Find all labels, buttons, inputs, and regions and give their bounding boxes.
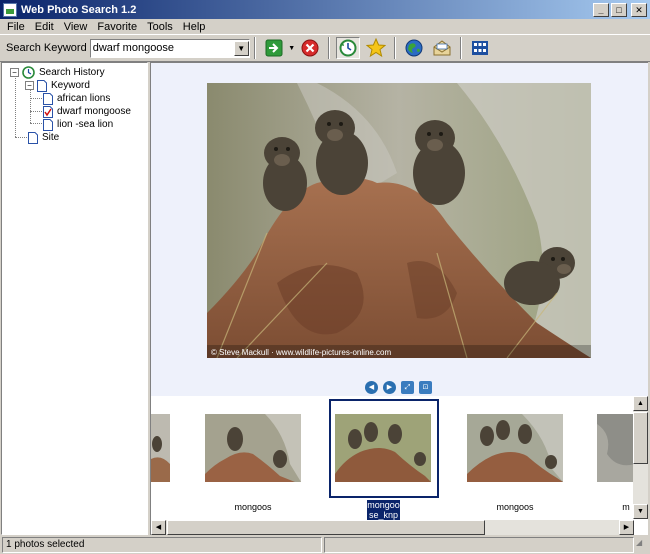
vertical-scroll-thumb[interactable] (633, 412, 648, 464)
history-button[interactable] (335, 37, 360, 59)
thumbnail-vertical-scrollbar[interactable]: ▲ ▼ (633, 396, 648, 519)
tree-connector (30, 111, 42, 112)
stop-icon (301, 39, 319, 57)
search-history-tree[interactable]: − Search History − Keyword african lions… (1, 62, 148, 535)
favorites-button[interactable] (364, 37, 388, 59)
thumbnail-selected[interactable] (335, 414, 431, 482)
tree-label: lion -sea lion (57, 119, 114, 130)
menu-file[interactable]: File (2, 21, 30, 33)
status-panel-empty (324, 537, 634, 553)
tree-label: Site (42, 132, 60, 143)
menu-view[interactable]: View (59, 21, 93, 33)
document-icon (37, 79, 47, 92)
scroll-down-icon[interactable]: ▼ (633, 504, 648, 519)
toolbar-separator (459, 37, 462, 59)
tree-node-keyword[interactable]: − Keyword (25, 79, 90, 92)
tree-connector (30, 123, 42, 124)
next-photo-icon[interactable]: ▶ (383, 381, 396, 394)
menu-favorite[interactable]: Favorite (92, 21, 142, 33)
search-keyword-label: Search Keyword (6, 42, 87, 54)
photo-watermark: © Steve Mackull · www.wildlife-pictures-… (211, 348, 392, 357)
toolbar: Search Keyword ▼ ▼ (0, 34, 650, 62)
title-bar: Web Photo Search 1.2 _ □ ✕ (0, 0, 650, 19)
document-icon (28, 131, 38, 144)
thumbnail-3[interactable] (467, 414, 563, 482)
tree-label: dwarf mongoose (57, 106, 131, 117)
menu-bar: File Edit View Favorite Tools Help (0, 19, 650, 34)
thumbnail-label: mongoos (234, 502, 272, 512)
web-globe-icon (405, 39, 423, 57)
toolbar-separator (253, 37, 256, 59)
thumbnail-label: mongoos (496, 502, 534, 512)
tree-label: Search History (39, 67, 105, 78)
go-icon (265, 39, 283, 57)
scroll-up-icon[interactable]: ▲ (633, 396, 648, 411)
favorite-star-icon (365, 38, 386, 58)
document-icon (43, 92, 53, 105)
search-keyword-combo[interactable]: ▼ (89, 38, 250, 58)
tree-connector (30, 89, 31, 123)
tree-node-site[interactable]: Site (28, 131, 59, 144)
tree-node-search-history[interactable]: − Search History (10, 66, 105, 79)
fit-to-window-icon[interactable]: ⤢ (401, 381, 414, 394)
tree-connector (15, 75, 16, 137)
tree-connector (30, 98, 42, 99)
tree-item-lion-sea-lion[interactable]: lion -sea lion (43, 118, 113, 131)
status-text: 1 photos selected (2, 537, 322, 553)
thumbnail-partial[interactable] (597, 414, 635, 482)
history-icon (22, 66, 35, 79)
close-button[interactable]: ✕ (631, 2, 647, 17)
tree-label: african lions (57, 93, 111, 104)
go-dropdown-icon[interactable]: ▼ (288, 45, 296, 52)
toolbar-separator (327, 37, 330, 59)
maximize-button[interactable]: □ (611, 2, 627, 17)
minimize-button[interactable]: _ (593, 2, 609, 17)
menu-tools[interactable]: Tools (142, 21, 178, 33)
chevron-down-icon[interactable]: ▼ (233, 40, 249, 56)
thumbnail-1[interactable] (205, 414, 301, 482)
thumbnail-partial[interactable] (151, 414, 170, 482)
horizontal-scroll-thumb[interactable] (167, 520, 485, 535)
tree-item-african-lions[interactable]: african lions (43, 92, 110, 105)
history-icon (339, 39, 357, 57)
collapse-icon[interactable]: − (25, 81, 34, 90)
search-keyword-input[interactable] (90, 40, 234, 56)
photo-viewer: © Steve Mackull · www.wildlife-pictures-… (150, 62, 648, 396)
collapse-icon[interactable]: − (10, 68, 19, 77)
stop-button[interactable] (298, 37, 322, 59)
thumbnail-view-button[interactable] (468, 37, 492, 59)
go-button[interactable] (262, 37, 286, 59)
toolbar-separator (393, 37, 396, 59)
previous-photo-icon[interactable]: ◀ (365, 381, 378, 394)
menu-edit[interactable]: Edit (30, 21, 59, 33)
scroll-left-icon[interactable]: ◀ (151, 520, 166, 535)
email-button[interactable] (430, 37, 454, 59)
actual-size-icon[interactable]: ⊡ (419, 381, 432, 394)
main-photo[interactable]: © Steve Mackull · www.wildlife-pictures-… (207, 83, 591, 358)
thumbnail-horizontal-scrollbar[interactable]: ◀ ▶ (151, 520, 634, 535)
thumbnail-grid-icon (471, 41, 488, 55)
resize-grip-icon[interactable]: ◢ (636, 538, 648, 552)
tree-item-dwarf-mongoose[interactable]: dwarf mongoose (43, 105, 131, 118)
selected-thumbnail-label: mongoo se_knp (367, 500, 400, 520)
menu-help[interactable]: Help (178, 21, 211, 33)
thumbnail-strip[interactable]: mongoos mongoo se_knp mongoos m ▲ ▼ ◀ ▶ (150, 396, 648, 535)
tree-connector (15, 137, 27, 138)
app-icon (3, 2, 17, 17)
checked-document-icon (43, 105, 53, 118)
scroll-right-icon[interactable]: ▶ (619, 520, 634, 535)
status-bar: 1 photos selected ◢ (0, 536, 650, 554)
email-icon (433, 40, 451, 56)
web-button[interactable] (402, 37, 426, 59)
document-icon (43, 118, 53, 131)
tree-label: Keyword (51, 80, 90, 91)
window-title: Web Photo Search 1.2 (21, 3, 137, 16)
photo-navigation: ◀ ▶ ⤢ ⊡ (365, 381, 432, 394)
